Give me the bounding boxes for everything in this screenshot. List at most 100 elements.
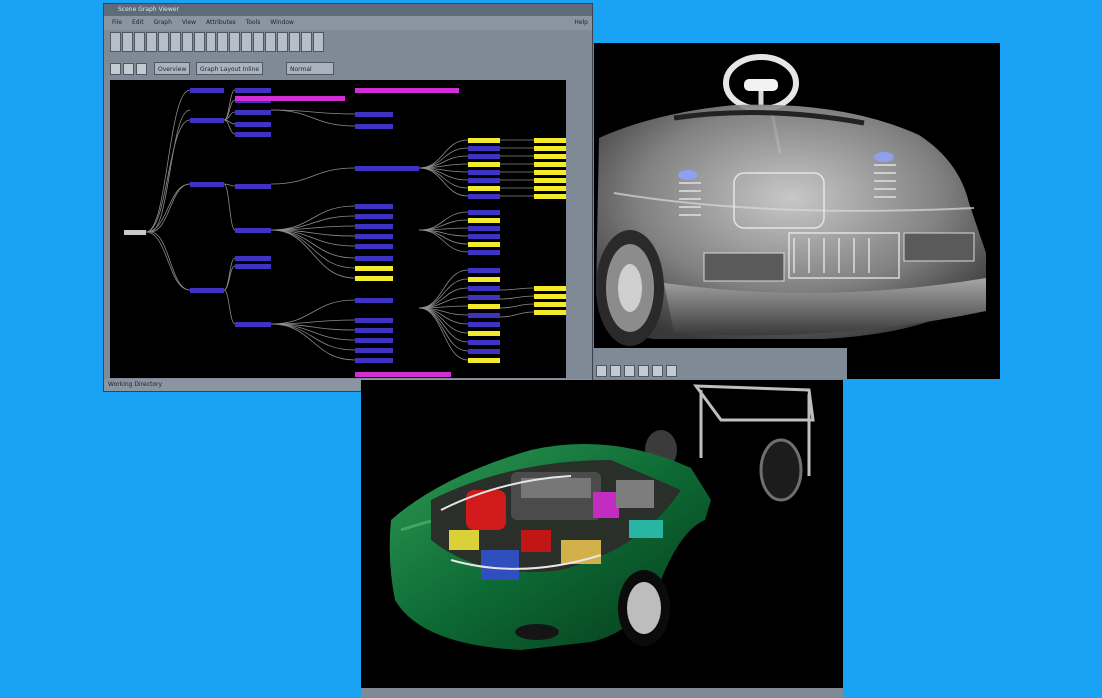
graph-node[interactable]	[235, 264, 271, 269]
graph-node[interactable]	[468, 277, 500, 282]
pan-icon[interactable]	[624, 365, 635, 377]
graph-node[interactable]	[468, 295, 500, 300]
xray-car-viewer[interactable]	[594, 43, 1000, 379]
root-node[interactable]	[124, 230, 146, 235]
graph-node[interactable]	[355, 328, 393, 333]
collapse-icon[interactable]	[241, 32, 253, 52]
menu-tools[interactable]: Tools	[246, 19, 261, 26]
graph-node-highlight[interactable]	[355, 372, 451, 377]
graph-node[interactable]	[534, 186, 566, 191]
graph-node[interactable]	[534, 170, 566, 175]
graph-node[interactable]	[468, 349, 500, 354]
graph-node[interactable]	[355, 276, 393, 281]
graph-node[interactable]	[468, 210, 500, 215]
graph-node[interactable]	[534, 146, 566, 151]
graph-node[interactable]	[534, 286, 566, 291]
graph-node[interactable]	[468, 268, 500, 273]
layout-mode-select[interactable]: Normal	[286, 62, 334, 75]
graph-node[interactable]	[468, 331, 500, 336]
graph-node[interactable]	[355, 166, 419, 171]
graph-node[interactable]	[235, 132, 271, 137]
graph-node[interactable]	[468, 138, 500, 143]
tab-overview[interactable]: Overview	[154, 62, 191, 75]
forward-button[interactable]	[123, 63, 134, 75]
graph-node[interactable]	[534, 310, 566, 315]
graph-node[interactable]	[355, 204, 393, 209]
graph-node[interactable]	[468, 178, 500, 183]
graph-node[interactable]	[468, 304, 500, 309]
print-icon[interactable]	[133, 32, 145, 52]
save-icon[interactable]	[121, 32, 133, 52]
look-icon[interactable]	[666, 365, 677, 377]
link-icon[interactable]	[265, 32, 277, 52]
cut-icon[interactable]	[145, 32, 157, 52]
green-car-viewer[interactable]	[361, 380, 843, 698]
back-button[interactable]	[110, 63, 121, 75]
paste-icon[interactable]	[169, 32, 181, 52]
graph-node[interactable]	[355, 234, 393, 239]
rotate-icon[interactable]	[610, 365, 621, 377]
graph-node[interactable]	[468, 162, 500, 167]
graph-node[interactable]	[534, 162, 566, 167]
graph-node[interactable]	[355, 244, 393, 249]
graph-node[interactable]	[468, 234, 500, 239]
layout-icon[interactable]	[277, 32, 289, 52]
graph-node[interactable]	[468, 322, 500, 327]
menu-file[interactable]: File	[112, 19, 122, 26]
graph-node[interactable]	[355, 266, 393, 271]
graph-canvas[interactable]	[110, 80, 566, 378]
pan-icon[interactable]	[193, 32, 205, 52]
graph-node[interactable]	[355, 298, 393, 303]
graph-node[interactable]	[468, 313, 500, 318]
graph-node[interactable]	[235, 228, 271, 233]
graph-node[interactable]	[534, 194, 566, 199]
graph-node[interactable]	[235, 322, 271, 327]
graph-node[interactable]	[355, 338, 393, 343]
graph-node[interactable]	[190, 288, 224, 293]
graph-node[interactable]	[235, 88, 271, 93]
graph-node[interactable]	[534, 178, 566, 183]
graph-node-highlight[interactable]	[355, 88, 459, 93]
graph-node[interactable]	[468, 146, 500, 151]
graph-node[interactable]	[468, 358, 500, 363]
graph-node[interactable]	[355, 256, 393, 261]
fit-icon[interactable]	[652, 365, 663, 377]
graph-node[interactable]	[534, 138, 566, 143]
graph-node[interactable]	[235, 256, 271, 261]
home-button[interactable]	[136, 63, 147, 75]
menu-help[interactable]: Help	[574, 16, 588, 30]
graph-node[interactable]	[190, 88, 224, 93]
settings-icon[interactable]	[301, 32, 312, 52]
menu-graph[interactable]: Graph	[154, 19, 172, 26]
menu-attributes[interactable]: Attributes	[206, 19, 236, 26]
graph-node[interactable]	[355, 358, 393, 363]
zoom-icon[interactable]	[205, 32, 217, 52]
graph-node[interactable]	[468, 194, 500, 199]
home-icon[interactable]	[596, 365, 607, 377]
menu-window[interactable]: Window	[270, 19, 294, 26]
graph-node[interactable]	[355, 224, 393, 229]
graph-node[interactable]	[235, 122, 271, 127]
graph-node[interactable]	[534, 154, 566, 159]
info-icon[interactable]	[312, 32, 324, 52]
graph-node[interactable]	[355, 318, 393, 323]
group-icon[interactable]	[253, 32, 265, 52]
graph-node[interactable]	[355, 124, 393, 129]
graph-node[interactable]	[190, 182, 224, 187]
menu-edit[interactable]: Edit	[132, 19, 144, 26]
graph-node[interactable]	[468, 250, 500, 255]
graph-node[interactable]	[468, 242, 500, 247]
graph-node[interactable]	[468, 186, 500, 191]
graph-node[interactable]	[355, 112, 393, 117]
graph-node[interactable]	[355, 348, 393, 353]
zoom-icon[interactable]	[638, 365, 649, 377]
open-icon[interactable]	[110, 32, 121, 52]
graph-node[interactable]	[468, 340, 500, 345]
graph-node[interactable]	[355, 214, 393, 219]
fit-icon[interactable]	[217, 32, 229, 52]
graph-node[interactable]	[534, 302, 566, 307]
graph-node[interactable]	[468, 218, 500, 223]
graph-node[interactable]	[468, 226, 500, 231]
expand-icon[interactable]	[229, 32, 241, 52]
graph-node[interactable]	[468, 286, 500, 291]
